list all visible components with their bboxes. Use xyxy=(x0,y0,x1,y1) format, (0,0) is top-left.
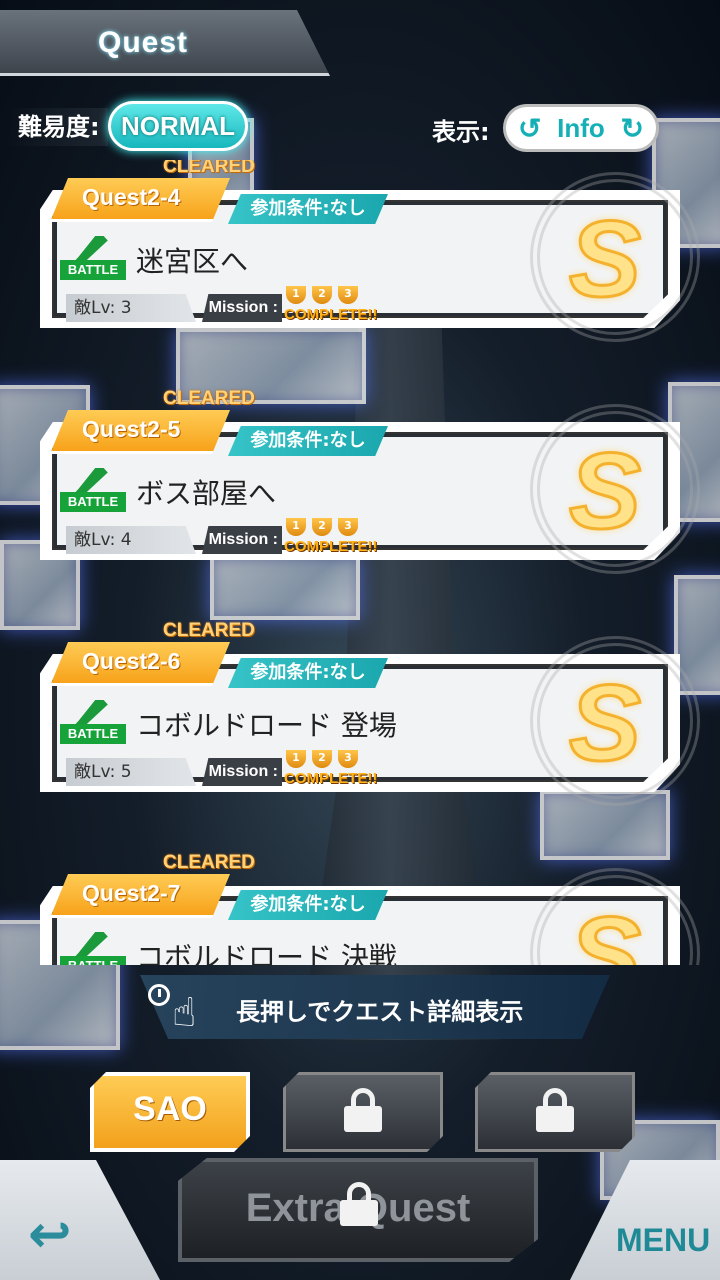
quest-name: コボルドロード 登場 xyxy=(136,709,397,742)
mission-trophies: 1 2 3 xyxy=(284,286,374,306)
difficulty-button[interactable]: NORMAL xyxy=(108,101,248,151)
mission-trophies: 1 2 3 xyxy=(284,750,374,770)
rank-letter: S xyxy=(567,198,642,319)
mission-label: Mission : xyxy=(202,294,282,322)
cleared-badge: CLEARED xyxy=(163,620,255,641)
quest-id: Quest2-5 xyxy=(82,416,181,442)
battle-type-label: BATTLE xyxy=(60,260,126,280)
enemy-level: 敵Lv: 5 xyxy=(66,758,196,786)
enemy-level: 敵Lv: 3 xyxy=(66,294,196,322)
quest-id: Quest2-7 xyxy=(82,880,181,906)
rotate-left-icon: ↺ xyxy=(518,112,542,144)
lock-icon xyxy=(340,1182,378,1226)
trophy-icon: 2 xyxy=(312,750,332,768)
rank-letter: S xyxy=(567,894,642,965)
quest-name: コボルドロード 決戦 xyxy=(136,941,397,965)
quest-id: Quest2-6 xyxy=(82,648,181,674)
battle-icon: BATTLE xyxy=(58,468,126,512)
trophy-icon: 1 xyxy=(286,750,306,768)
quest-condition: 参加条件:なし xyxy=(228,658,388,688)
mission-status: COMPLETE!! xyxy=(284,770,378,787)
quest-card[interactable]: CLEARED Quest2-4 参加条件:なし BATTLE 迷宮区へ 敵Lv… xyxy=(40,160,700,342)
quest-card[interactable]: CLEARED Quest2-7 参加条件:なし BATTLE コボルドロード … xyxy=(40,852,700,965)
battle-type-label: BATTLE xyxy=(60,724,126,744)
mission-status: COMPLETE!! xyxy=(284,538,378,555)
menu-button[interactable]: MENU xyxy=(616,1222,710,1259)
rotate-right-icon: ↻ xyxy=(620,112,644,144)
tab-sao-label: SAO xyxy=(133,1090,207,1128)
view-label: 表示: xyxy=(432,118,490,146)
rank-emblem: S xyxy=(530,172,700,342)
difficulty-label: 難易度: xyxy=(6,108,108,146)
quest-condition: 参加条件:なし xyxy=(228,426,388,456)
trophy-icon: 3 xyxy=(338,750,358,768)
lock-icon xyxy=(536,1088,574,1132)
quest-id: Quest2-4 xyxy=(82,184,181,210)
battle-icon: BATTLE xyxy=(58,700,126,744)
cleared-badge: CLEARED xyxy=(163,388,255,409)
rank-letter: S xyxy=(567,662,642,783)
quest-card[interactable]: CLEARED Quest2-6 参加条件:なし BATTLE コボルドロード … xyxy=(40,620,700,806)
mission-label: Mission : xyxy=(202,526,282,554)
trophy-icon: 3 xyxy=(338,286,358,304)
rank-emblem: S xyxy=(530,868,700,965)
quest-name: ボス部屋へ xyxy=(136,477,277,510)
quest-name: 迷宮区へ xyxy=(136,245,249,278)
quest-card[interactable]: CLEARED Quest2-5 参加条件:なし BATTLE ボス部屋へ 敵L… xyxy=(40,388,700,574)
mission-status: COMPLETE!! xyxy=(284,306,378,323)
lock-icon xyxy=(344,1088,382,1132)
quest-condition: 参加条件:なし xyxy=(228,890,388,920)
mission-label: Mission : xyxy=(202,758,282,786)
view-toggle-button[interactable]: ↺ Info ↻ xyxy=(503,104,659,152)
rank-letter: S xyxy=(567,430,642,551)
back-arrow-icon[interactable]: ↩ xyxy=(28,1209,92,1261)
hint-text: 長押しでクエスト詳細表示 xyxy=(236,998,524,1026)
rank-emblem: S xyxy=(530,636,700,806)
page-title: Quest xyxy=(98,26,189,59)
cleared-badge: CLEARED xyxy=(163,852,255,873)
cleared-badge: CLEARED xyxy=(163,160,255,177)
battle-type-label: BATTLE xyxy=(60,956,126,965)
rank-emblem: S xyxy=(530,404,700,574)
trophy-icon: 2 xyxy=(312,286,332,304)
tap-hand-icon: ☝ xyxy=(172,990,197,1036)
battle-icon: BATTLE xyxy=(58,932,126,965)
battle-icon: BATTLE xyxy=(58,236,126,280)
clock-icon xyxy=(148,984,170,1006)
trophy-icon: 1 xyxy=(286,286,306,304)
battle-type-label: BATTLE xyxy=(60,492,126,512)
enemy-level: 敵Lv: 4 xyxy=(66,526,196,554)
trophy-icon: 3 xyxy=(338,518,358,536)
trophy-icon: 2 xyxy=(312,518,332,536)
quest-condition: 参加条件:なし xyxy=(228,194,388,224)
mission-trophies: 1 2 3 xyxy=(284,518,374,538)
trophy-icon: 1 xyxy=(286,518,306,536)
view-toggle-value: Info xyxy=(557,112,605,143)
quest-list[interactable]: CLEARED Quest2-4 参加条件:なし BATTLE 迷宮区へ 敵Lv… xyxy=(0,160,720,965)
